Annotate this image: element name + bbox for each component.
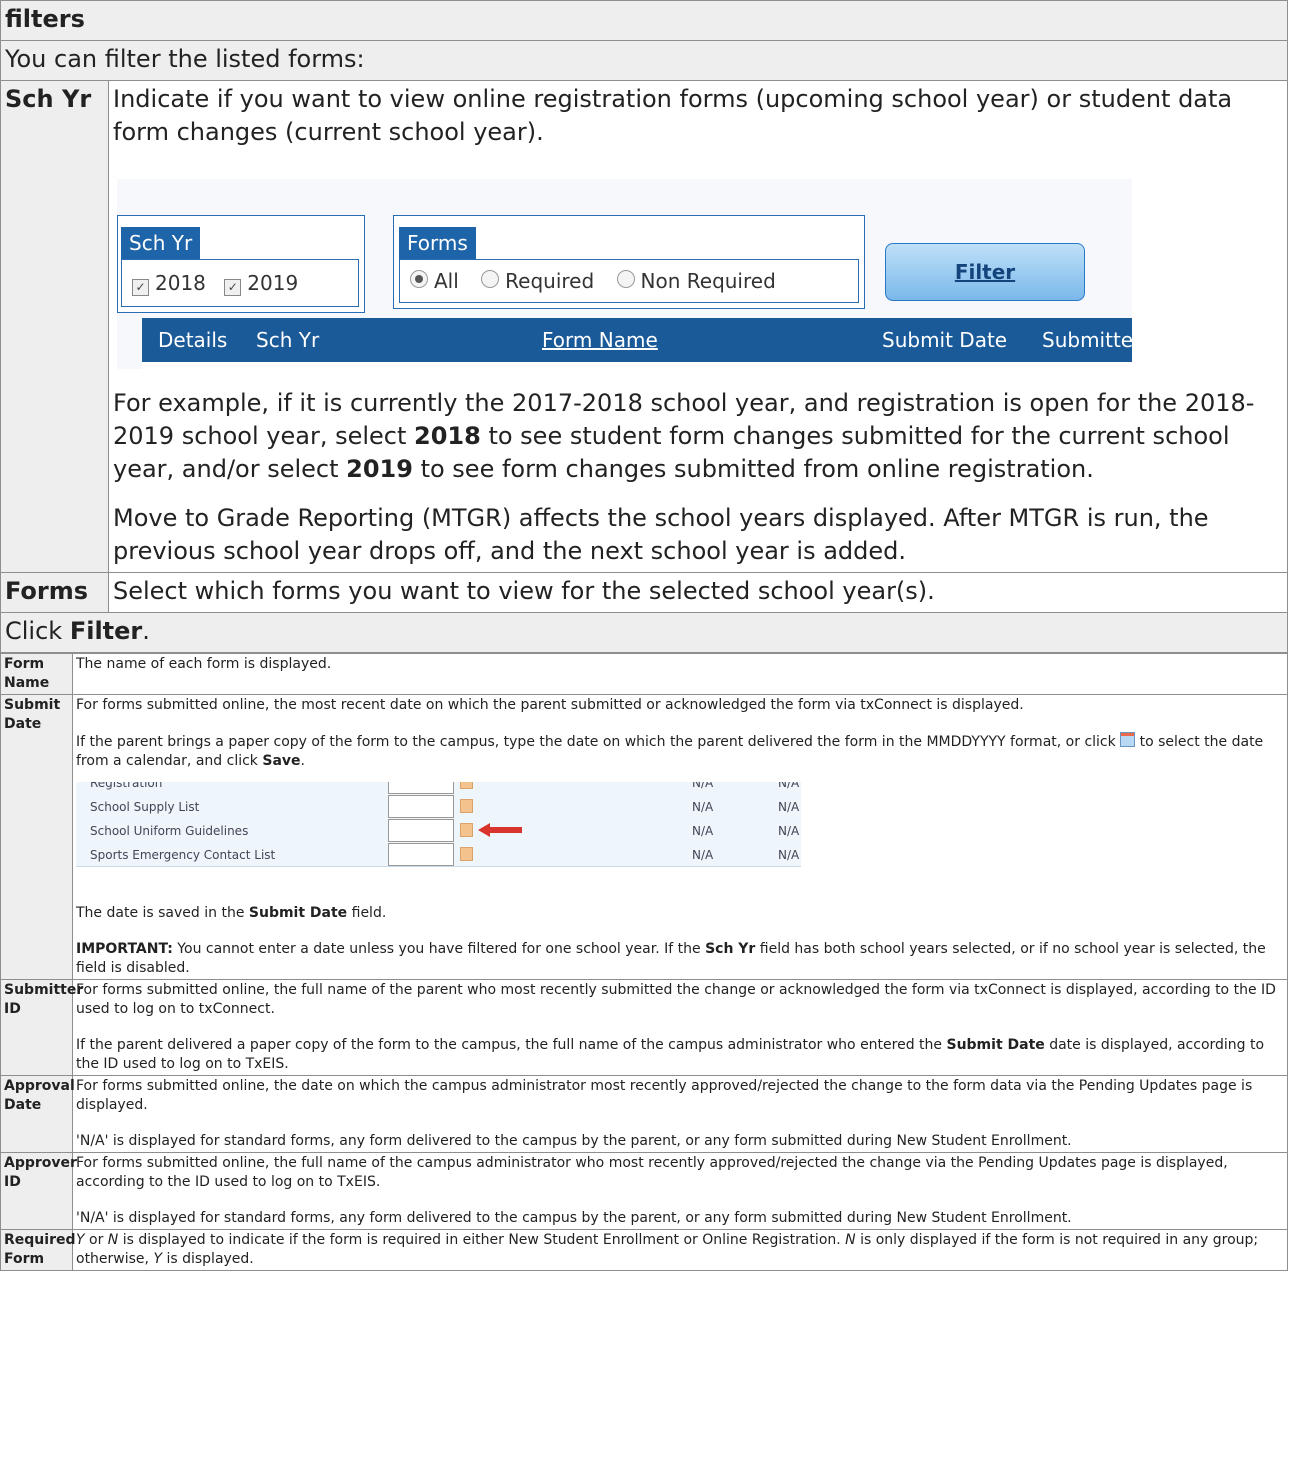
year-2019-checkbox[interactable]: ✓ bbox=[224, 279, 242, 296]
col-sch-yr: Sch Yr bbox=[256, 328, 320, 352]
col-submitter: Submitte bbox=[1042, 328, 1132, 352]
table-row: Approval Date For forms submitted online… bbox=[0, 1075, 1288, 1153]
forms-grid-header: Details Sch Yr Form Name Submit Date Sub… bbox=[142, 318, 1132, 362]
filter-button[interactable]: Filter bbox=[885, 243, 1085, 301]
filters-heading: filters bbox=[0, 0, 1288, 41]
all-radio-label: All bbox=[434, 269, 459, 293]
form-name-label: Form Name bbox=[0, 653, 73, 695]
mtgr-note: Move to Grade Reporting (MTGR) affects t… bbox=[113, 504, 1209, 565]
filters-intro: You can filter the listed forms: bbox=[0, 40, 1288, 81]
filter-panel-screenshot: Sch Yr ✓ 2018 ✓ 2019 Forms All Required No… bbox=[117, 179, 1132, 369]
forms-label: Forms bbox=[0, 572, 109, 613]
calendar-icon[interactable] bbox=[460, 823, 473, 837]
table-row: Submit Date For forms submitted online, … bbox=[0, 694, 1288, 980]
submit-date-screenshot: Registration N/A N/A School Supply List N… bbox=[76, 782, 801, 892]
col-submit-date: Submit Date bbox=[882, 328, 1008, 352]
year-2018-label: 2018 bbox=[155, 271, 206, 295]
sch-yr-label: Sch Yr bbox=[0, 80, 109, 573]
approval-date-label: Approval Date bbox=[0, 1075, 75, 1153]
date-input[interactable] bbox=[388, 843, 454, 866]
red-arrow-icon bbox=[478, 823, 522, 837]
required-form-label: Required Form bbox=[0, 1229, 75, 1271]
submit-date-label: Submit Date bbox=[0, 694, 73, 980]
click-filter-instruction: Click Filter. bbox=[0, 612, 1288, 653]
col-form-name[interactable]: Form Name bbox=[542, 318, 658, 362]
submit-date-desc: For forms submitted online, the most rec… bbox=[72, 694, 1288, 980]
col-details: Details bbox=[158, 328, 228, 352]
table-row: Form Name The name of each form is displ… bbox=[0, 653, 1288, 695]
sch-yr-checkboxes: ✓ 2018 ✓ 2019 bbox=[121, 259, 359, 307]
filter-button-label: Filter bbox=[954, 260, 1016, 284]
year-2018-checkbox[interactable]: ✓ bbox=[132, 279, 149, 296]
year-2019-bold: 2019 bbox=[346, 455, 413, 483]
all-radio[interactable] bbox=[410, 270, 428, 288]
grid-first-row bbox=[142, 362, 1132, 369]
list-item: School Supply List N/A N/A bbox=[76, 794, 801, 819]
non-required-radio[interactable] bbox=[616, 270, 635, 288]
date-input[interactable] bbox=[388, 795, 454, 818]
sch-yr-desc-text: Indicate if you want to view online regi… bbox=[113, 85, 1233, 146]
forms-radio-group: All Required Non Required bbox=[399, 259, 859, 303]
forms-filter-title: Forms bbox=[399, 227, 476, 259]
form-name-desc: The name of each form is displayed. bbox=[72, 653, 1288, 695]
required-radio-label: Required bbox=[505, 269, 595, 293]
list-item: Sports Emergency Contact List N/A N/A bbox=[76, 842, 801, 867]
field-descriptions-table: Form Name The name of each form is displ… bbox=[0, 653, 1288, 1271]
approver-id-label: Approver ID bbox=[0, 1152, 77, 1230]
date-input[interactable] bbox=[388, 819, 454, 842]
calendar-icon[interactable] bbox=[460, 799, 473, 813]
table-row: Required Form Y or N is displayed to ind… bbox=[0, 1229, 1288, 1271]
calendar-icon bbox=[1120, 732, 1136, 747]
forms-description: Select which forms you want to view for … bbox=[108, 572, 1288, 613]
submitter-id-desc: For forms submitted online, the full nam… bbox=[72, 979, 1288, 1076]
required-radio[interactable] bbox=[481, 270, 500, 288]
sch-yr-example: For example, if it is currently the 2017… bbox=[113, 389, 1255, 483]
calendar-icon[interactable] bbox=[460, 847, 473, 861]
sch-yr-description: Indicate if you want to view online regi… bbox=[108, 80, 1288, 573]
table-row: Submitter ID For forms submitted online,… bbox=[0, 979, 1288, 1076]
non-required-radio-label: Non Required bbox=[640, 269, 776, 293]
table-row: Approver ID For forms submitted online, … bbox=[0, 1152, 1288, 1230]
approver-id-desc: For forms submitted online, the full nam… bbox=[72, 1152, 1288, 1230]
required-form-desc: Y or N is displayed to indicate if the f… bbox=[72, 1229, 1288, 1271]
year-2018-bold: 2018 bbox=[414, 422, 481, 450]
submitter-id-label: Submitter ID bbox=[0, 979, 83, 1076]
filters-table: filters You can filter the listed forms:… bbox=[0, 0, 1288, 653]
year-2019-label: 2019 bbox=[247, 271, 299, 295]
approval-date-desc: For forms submitted online, the date on … bbox=[72, 1075, 1288, 1153]
list-item: School Uniform Guidelines N/A N/A bbox=[76, 818, 801, 843]
sch-yr-filter-title: Sch Yr bbox=[121, 227, 201, 259]
